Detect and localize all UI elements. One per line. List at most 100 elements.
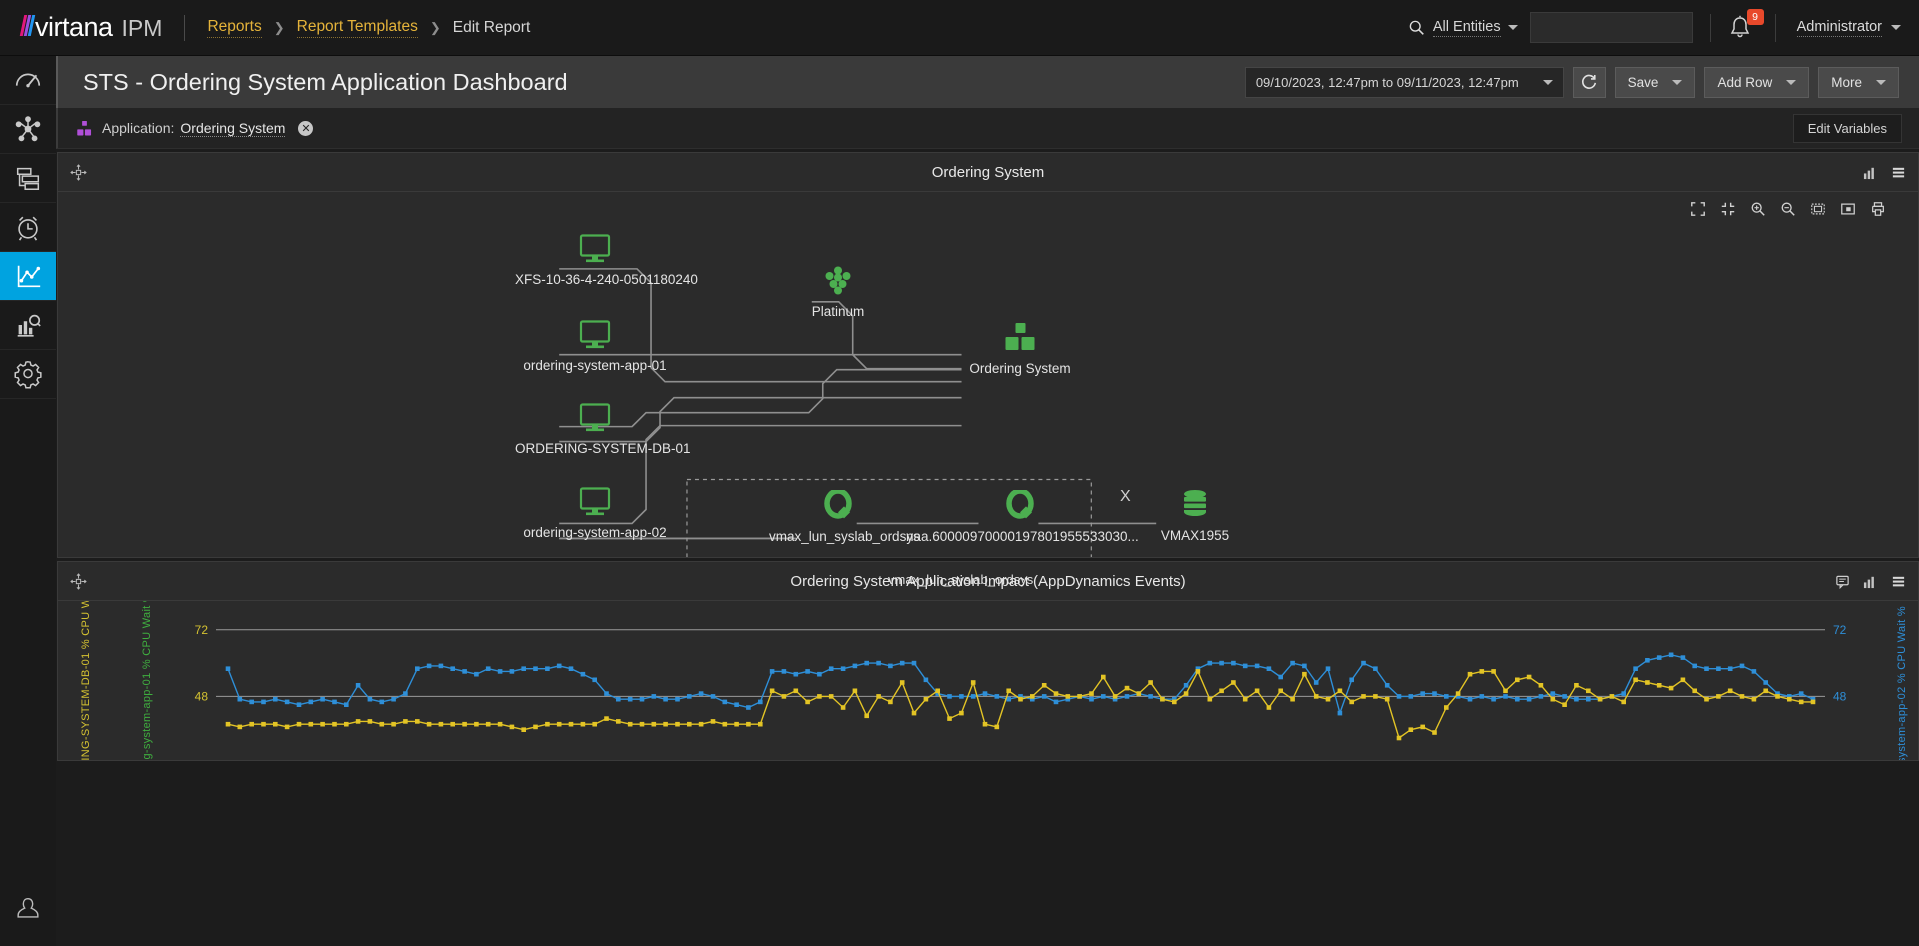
topology-node-db-01[interactable]: ORDERING-SYSTEM-DB-01 <box>515 403 691 456</box>
edit-variables-button[interactable]: Edit Variables <box>1792 113 1902 143</box>
topology-widget: Ordering System X vmax_lun_syslab_ordsys… <box>57 152 1919 587</box>
breadcrumb-item-report-templates[interactable]: Report Templates <box>296 18 418 38</box>
topology-node-label: Platinum <box>811 304 865 319</box>
sidebar-item-settings[interactable] <box>0 350 56 399</box>
brand-name: virtana <box>35 12 113 42</box>
move-icon <box>69 163 87 181</box>
topology-node-app-01[interactable]: ordering-system-app-01 <box>515 320 675 373</box>
topology-node-app-02[interactable]: ordering-system-app-02 <box>515 487 675 540</box>
entity-scope-selector[interactable]: All Entities <box>1408 19 1518 37</box>
notifications-button[interactable]: 9 <box>1728 8 1764 44</box>
page-title: STS - Ordering System Application Dashbo… <box>83 68 568 95</box>
gear-icon <box>14 361 42 389</box>
search-icon <box>1409 20 1424 35</box>
variable-value[interactable]: Ordering System <box>180 120 286 137</box>
topology-node-label: ordering-system-app-02 <box>523 525 667 540</box>
annotation-icon[interactable] <box>1828 566 1856 596</box>
host-monitor-icon <box>579 320 611 349</box>
add-row-button-label: Add Row <box>1717 74 1773 90</box>
divider <box>184 14 186 41</box>
date-range-selector[interactable]: 09/10/2023, 12:47pm to 09/11/2023, 12:47… <box>1244 66 1564 98</box>
clear-variable-icon[interactable]: ✕ <box>298 120 314 136</box>
chart-widget-title: Ordering System Application Impact (AppD… <box>790 572 1186 590</box>
variable-label: Application: <box>102 120 175 136</box>
drag-handle[interactable] <box>58 163 98 181</box>
edit-variables-label: Edit Variables <box>1807 120 1887 136</box>
sidebar-item-dashboard[interactable] <box>0 56 56 105</box>
topology-widget-title: Ordering System <box>931 163 1045 181</box>
chart-icon[interactable] <box>1856 157 1884 187</box>
host-monitor-icon <box>579 487 611 516</box>
topology-node-label: ordering-system-app-01 <box>523 358 667 373</box>
move-icon <box>69 572 87 590</box>
topology-node-lun-naa[interactable]: naa.60000970000197801955533030... <box>906 488 1139 544</box>
sidebar-item-alerts[interactable] <box>0 203 56 252</box>
chart-plot-area[interactable]: ORDERING-SYSTEM-DB-01 % CPU Wait % order… <box>58 600 1918 760</box>
chevron-right-icon: ❯ <box>429 19 441 35</box>
dashboard-header: STS - Ordering System Application Dashbo… <box>56 56 1919 108</box>
brand-product: IPM <box>121 15 163 41</box>
divider <box>1709 13 1711 42</box>
save-button-label: Save <box>1627 74 1659 90</box>
topology-node-ordering-system[interactable]: Ordering System <box>955 322 1085 376</box>
user-name: Administrator <box>1796 18 1882 37</box>
application-cubes-icon <box>1005 323 1034 350</box>
chart-widget: Ordering System Application Impact (AppD… <box>57 561 1919 761</box>
top-right-controls: All Entities 9 Administrator <box>1408 8 1919 44</box>
add-row-button[interactable]: Add Row <box>1704 66 1810 98</box>
lun-icon <box>1006 488 1034 519</box>
chevron-down-icon <box>1507 25 1518 30</box>
chevron-down-icon <box>1891 25 1901 30</box>
topology-node-label: naa.60000970000197801955533030... <box>906 529 1139 544</box>
topology-node-lun-vmax-syslab[interactable]: vmax_lun_syslab_ordsys <box>769 488 920 544</box>
save-button[interactable]: Save <box>1614 66 1696 98</box>
sidebar-item-infrastructure[interactable] <box>0 154 56 203</box>
refresh-button[interactable] <box>1572 66 1606 98</box>
search-input[interactable] <box>1529 12 1693 43</box>
sidebar-item-analytics[interactable] <box>0 301 56 350</box>
hamburger-menu-icon[interactable] <box>1884 157 1912 187</box>
chart-icon[interactable] <box>1856 566 1884 596</box>
more-button-label: More <box>1831 74 1862 90</box>
alarm-clock-icon <box>18 216 38 241</box>
lun-icon <box>824 488 852 519</box>
divider <box>1774 13 1776 42</box>
more-button[interactable]: More <box>1818 66 1899 98</box>
chart-widget-header: Ordering System Application Impact (AppD… <box>58 562 1918 600</box>
top-navigation-bar: virtana IPM Reports ❯ Report Templates ❯… <box>0 0 1919 56</box>
variable-bar: Application: Ordering System ✕ Edit Vari… <box>56 108 1919 149</box>
axis-label-right: ordering-system-app-02 % CPU Wait % <box>1896 606 1908 760</box>
topology-node-label: ORDERING-SYSTEM-DB-01 <box>515 441 691 456</box>
drag-handle[interactable] <box>58 572 98 590</box>
application-cubes-icon <box>77 120 92 135</box>
user-menu[interactable]: Administrator <box>1796 18 1901 37</box>
sidebar-item-reports[interactable] <box>0 252 56 301</box>
refresh-icon <box>1582 74 1597 89</box>
topology-node-label: Ordering System <box>969 361 1071 376</box>
cluster-hex-icon <box>825 266 851 295</box>
hamburger-menu-icon[interactable] <box>1884 566 1912 596</box>
topology-node-xfs-host[interactable]: XFS-10-36-4-240-0501180240 <box>515 234 698 287</box>
topology-node-label: vmax_lun_syslab_ordsys <box>769 529 920 544</box>
main-content: STS - Ordering System Application Dashbo… <box>56 56 1919 946</box>
topology-node-platinum[interactable]: Platinum <box>778 266 898 319</box>
topology-node-label: VMAX1955 <box>1160 528 1230 543</box>
svg-text:72: 72 <box>195 623 209 637</box>
brand-logo[interactable]: virtana IPM <box>0 12 162 43</box>
topology-widget-header: Ordering System <box>58 153 1918 191</box>
stacked-bars-icon <box>16 167 40 190</box>
sidebar-item-topology[interactable] <box>0 105 56 154</box>
storage-array-icon <box>1184 490 1206 516</box>
person-icon <box>17 897 39 918</box>
chevron-right-icon: ❯ <box>273 19 285 35</box>
sidebar-item-profile[interactable] <box>0 886 56 932</box>
topology-canvas-container: X vmax_lun_syslab_ordsys XFS-10-36-4-240… <box>58 191 1918 587</box>
host-monitor-icon <box>579 403 611 432</box>
breadcrumb: Reports ❯ Report Templates ❯ Edit Report <box>207 18 530 38</box>
chart-widget-tools <box>1828 566 1918 596</box>
topology-node-vmax1955[interactable]: VMAX1955 <box>1135 488 1255 543</box>
breadcrumb-item-reports[interactable]: Reports <box>207 18 262 38</box>
axis-label-left-outer: ORDERING-SYSTEM-DB-01 % CPU Wait % <box>80 600 92 760</box>
notification-badge: 9 <box>1746 8 1764 25</box>
axis-label-left-inner: ordering-system-app-01 % CPU Wait % <box>141 600 153 760</box>
